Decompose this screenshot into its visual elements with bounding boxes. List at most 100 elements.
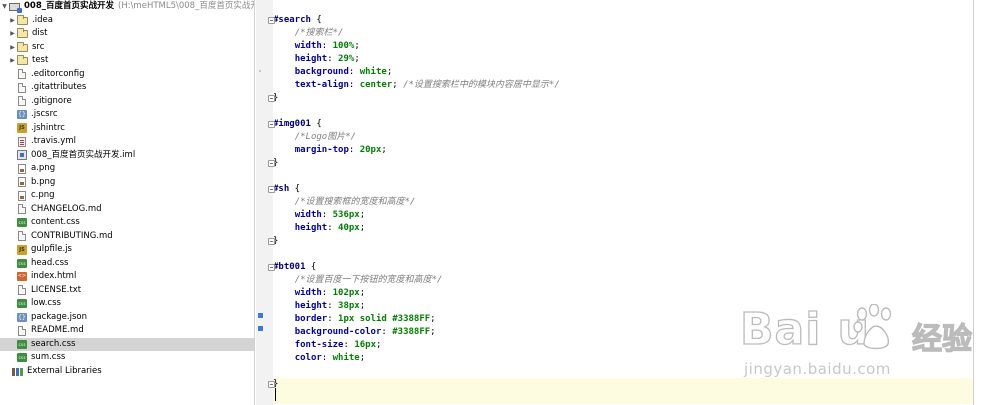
tree-item-label: gulpfile.js — [31, 244, 72, 254]
tree-item[interactable]: c.png — [0, 189, 254, 203]
tree-item[interactable]: content.css — [0, 216, 254, 230]
fold-toggle-icon[interactable] — [268, 381, 275, 388]
code-cmt: /*设置搜索栏中的模块内容居中显示*/ — [397, 80, 560, 90]
code-end: ; — [430, 327, 436, 337]
tree-item-label: sum.css — [31, 352, 66, 362]
file-file-icon — [18, 204, 26, 215]
code-line[interactable]: width: 102px; — [273, 287, 1000, 300]
chevron-down-icon[interactable]: ▼ — [0, 3, 9, 10]
code-prop: width — [294, 288, 322, 298]
tree-item[interactable]: .gitattributes — [0, 81, 254, 95]
file-file-icon — [18, 325, 26, 336]
tree-item[interactable]: ▶ src — [0, 41, 254, 55]
tree-item[interactable]: ▶ dist — [0, 27, 254, 41]
fold-toggle-icon[interactable] — [268, 160, 275, 167]
code-line[interactable]: width: 536px; — [273, 209, 1000, 222]
tree-item[interactable]: LICENSE.txt — [0, 284, 254, 298]
fold-toggle-icon[interactable] — [268, 264, 275, 271]
tree-item[interactable]: sum.css — [0, 351, 254, 365]
code-line[interactable]: background: white; — [273, 66, 1000, 79]
tree-item[interactable]: a.png — [0, 162, 254, 176]
tree-item-label: a.png — [31, 163, 56, 173]
html-file-icon — [17, 272, 27, 282]
tree-item-label: c.png — [31, 190, 55, 200]
tree-item[interactable]: gulpfile.js — [0, 243, 254, 257]
tree-item[interactable]: .jshintrc — [0, 122, 254, 136]
code-brace: { — [289, 184, 301, 194]
tree-item-label: content.css — [31, 217, 80, 227]
tree-item-label: dist — [32, 28, 48, 38]
tree-row-external-libraries[interactable]: External Libraries — [0, 365, 254, 379]
change-marker-icon — [258, 313, 263, 318]
fold-toggle-icon[interactable] — [268, 238, 275, 245]
code-end: ; — [359, 288, 366, 298]
tree-item[interactable]: search.css — [0, 337, 254, 351]
chevron-right-icon[interactable]: ▶ — [8, 30, 17, 37]
code-cmt: /*设置搜索框的宽度和高度*/ — [294, 197, 416, 207]
tree-item-label: .gitattributes — [31, 82, 87, 92]
tree-item[interactable]: .jscsrc — [0, 108, 254, 122]
img-file-icon — [18, 163, 26, 174]
tree-item[interactable]: .gitignore — [0, 95, 254, 109]
chevron-right-icon[interactable]: ▶ — [8, 57, 17, 64]
fold-toggle-icon[interactable] — [268, 121, 275, 128]
tree-item[interactable]: .editorconfig — [0, 68, 254, 82]
folder-file-icon — [17, 41, 28, 52]
tree-item-label: CHANGELOG.md — [31, 203, 102, 214]
tree-item-label: .gitignore — [31, 95, 72, 106]
code-line[interactable]: #bt001 { — [273, 261, 1000, 274]
code-line[interactable]: height: 29%; — [273, 53, 1000, 66]
fold-toggle-icon[interactable] — [268, 95, 275, 102]
code-prop: width — [294, 41, 322, 51]
code-sel: #img001 — [273, 119, 311, 129]
tree-row-project[interactable]: ▼ 008_百度首页实战开发 (H:\meHTML5\008_百度首页实战开发) — [0, 0, 254, 14]
text-caret — [275, 388, 276, 401]
tree-item[interactable]: head.css — [0, 257, 254, 271]
tree-item[interactable]: CHANGELOG.md — [0, 203, 254, 217]
fold-toggle-icon[interactable] — [268, 186, 275, 193]
tree-item[interactable]: b.png — [0, 176, 254, 190]
code-prop: font-size — [294, 340, 344, 350]
code-end: ; — [359, 301, 366, 311]
css-file-icon — [17, 339, 27, 349]
code-line[interactable]: /*搜索栏*/ — [273, 27, 1000, 40]
tree-item[interactable]: README.md — [0, 324, 254, 338]
code-line[interactable]: /*设置搜索框的宽度和高度*/ — [273, 196, 1000, 209]
code-line[interactable]: #search { — [273, 14, 1000, 27]
tree-item-label: head.css — [31, 257, 69, 268]
chevron-right-icon[interactable]: ▶ — [8, 17, 17, 24]
code-line[interactable]: #img001 { — [273, 118, 1000, 131]
code-line[interactable]: } — [273, 235, 1000, 248]
tree-item-label: index.html — [31, 271, 77, 281]
tree-item[interactable]: CONTRIBUTING.md — [0, 230, 254, 244]
code-line[interactable]: #sh { — [273, 183, 1000, 196]
code-line[interactable]: /*设置百度一下按钮的宽度和高度*/ — [273, 274, 1000, 287]
code-brace: { — [310, 119, 322, 129]
fold-toggle-icon[interactable] — [268, 17, 275, 24]
code-line[interactable]: /*Logo图片*/ — [273, 131, 1000, 144]
tree-item[interactable]: ▶ test — [0, 54, 254, 68]
code-line[interactable]: } — [273, 92, 1000, 105]
code-prop: background — [294, 67, 349, 77]
code-line[interactable]: text-align: center; /*设置搜索栏中的模块内容居中显示*/ — [273, 79, 1000, 92]
folder-file-icon — [17, 14, 28, 25]
code-line[interactable]: } — [273, 157, 1000, 170]
code-line[interactable]: margin-top: 20px; — [273, 144, 1000, 157]
code-sel: #search — [273, 15, 311, 25]
file-file-icon — [18, 82, 26, 93]
code-line[interactable] — [273, 105, 1000, 118]
tree-item[interactable]: package.json — [0, 311, 254, 325]
code-end: ; — [354, 41, 360, 51]
tree-item[interactable]: low.css — [0, 297, 254, 311]
tree-item[interactable]: .travis.yml — [0, 135, 254, 149]
tree-item[interactable]: ▶ .idea — [0, 14, 254, 28]
code-line[interactable] — [273, 248, 1000, 261]
tree-item[interactable]: index.html — [0, 270, 254, 284]
code-line[interactable] — [273, 170, 1000, 183]
code-line[interactable]: width: 100%; — [273, 40, 1000, 53]
project-path: (H:\meHTML5\008_百度首页实战开发) — [118, 1, 254, 11]
code-line[interactable]: height: 40px; — [273, 222, 1000, 235]
tree-item[interactable]: 008_百度首页实战开发.iml — [0, 149, 254, 163]
chevron-right-icon[interactable]: ▶ — [8, 44, 17, 51]
tree-item-label: low.css — [31, 298, 61, 308]
